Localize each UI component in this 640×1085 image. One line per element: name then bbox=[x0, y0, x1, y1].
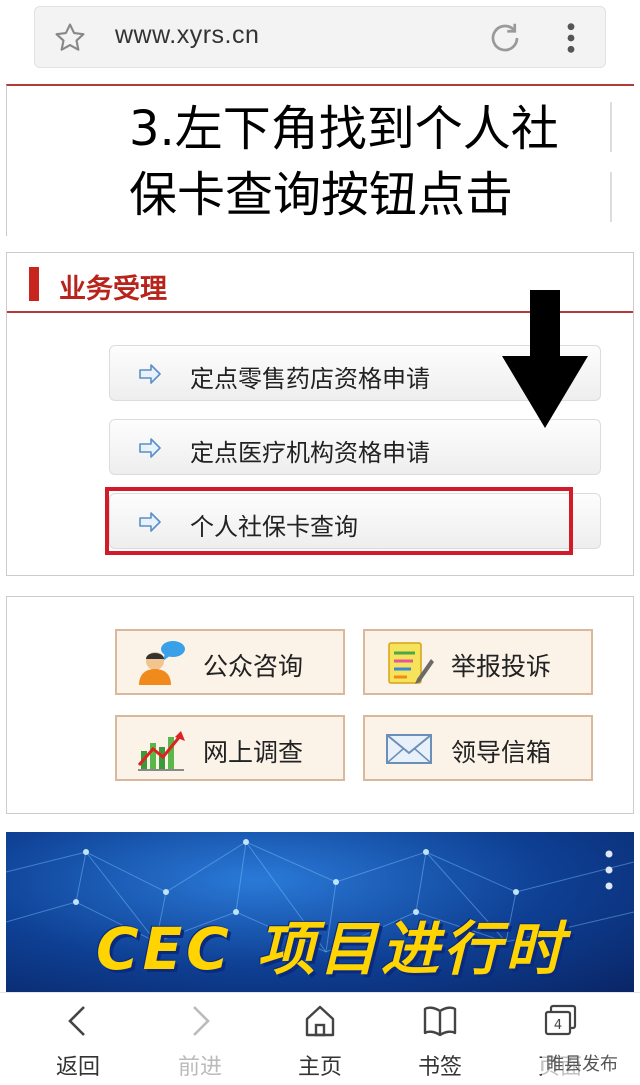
nav-label: 书签 bbox=[417, 1055, 462, 1080]
quick-links-panel: 公众咨询 举报投诉 网上调查 领导信箱 bbox=[6, 596, 634, 814]
tab-count: 4 bbox=[554, 1018, 562, 1033]
browser-toolbar: www.xyrs.cn bbox=[0, 0, 640, 78]
promo-banner[interactable]: CEC 项目进行时 bbox=[6, 832, 634, 992]
public-consult-button[interactable]: 公众咨询 bbox=[115, 629, 345, 695]
service-label: 定点零售药店资格申请 bbox=[190, 365, 430, 393]
more-menu-icon[interactable] bbox=[563, 21, 579, 55]
leader-mailbox-button[interactable]: 领导信箱 bbox=[363, 715, 593, 781]
nav-bookmarks[interactable]: 书签 bbox=[390, 1001, 490, 1081]
nav-forward[interactable]: 前进 bbox=[150, 1001, 250, 1081]
consult-icon bbox=[139, 641, 185, 685]
tile-label: 领导信箱 bbox=[451, 738, 552, 767]
book-icon bbox=[423, 1006, 457, 1037]
chevron-right-icon bbox=[193, 1006, 210, 1036]
highlight-box bbox=[105, 487, 573, 555]
more-dots-icon bbox=[605, 850, 613, 890]
instruction-line-1: 3.左下角找到个人社 bbox=[129, 101, 559, 157]
arrow-right-icon bbox=[139, 364, 161, 384]
bookmark-star-icon[interactable] bbox=[53, 21, 87, 55]
instruction-text: 3.左下角找到个人社 保卡查询按钮点击 bbox=[129, 96, 589, 228]
nav-home[interactable]: 主页 bbox=[270, 1001, 370, 1081]
pointer-down-arrow-icon bbox=[502, 290, 588, 428]
section-marker bbox=[29, 267, 39, 301]
nav-label: 前进 bbox=[177, 1055, 222, 1080]
tile-label: 举报投诉 bbox=[451, 652, 552, 681]
divider bbox=[610, 172, 612, 222]
mail-icon bbox=[386, 734, 432, 764]
instruction-line-2: 保卡查询按钮点击 bbox=[129, 167, 514, 223]
business-title: 业务受理 bbox=[59, 274, 167, 305]
divider bbox=[610, 102, 612, 152]
online-survey-button[interactable]: 网上调查 bbox=[115, 715, 345, 781]
tabs-icon: 4 bbox=[544, 1004, 577, 1036]
arrow-right-icon bbox=[139, 438, 161, 458]
nav-label: 返回 bbox=[55, 1055, 100, 1080]
watermark: 睢县发布 bbox=[542, 1050, 622, 1076]
tile-label: 公众咨询 bbox=[203, 652, 304, 681]
survey-chart-icon bbox=[137, 731, 185, 771]
promo-title: CEC 项目进行时 bbox=[96, 915, 567, 983]
report-icon bbox=[388, 642, 434, 684]
tile-label: 网上调查 bbox=[203, 738, 304, 767]
url-text[interactable]: www.xyrs.cn bbox=[115, 21, 259, 50]
home-icon bbox=[305, 1005, 335, 1037]
nav-label: 主页 bbox=[297, 1055, 342, 1080]
address-bar[interactable]: www.xyrs.cn bbox=[34, 6, 606, 68]
instruction-banner: 3.左下角找到个人社 保卡查询按钮点击 bbox=[6, 84, 634, 236]
service-label: 定点医疗机构资格申请 bbox=[190, 439, 430, 467]
nav-back[interactable]: 返回 bbox=[28, 1001, 128, 1081]
chevron-left-icon bbox=[68, 1006, 85, 1036]
reload-icon[interactable] bbox=[487, 20, 523, 56]
report-complaint-button[interactable]: 举报投诉 bbox=[363, 629, 593, 695]
